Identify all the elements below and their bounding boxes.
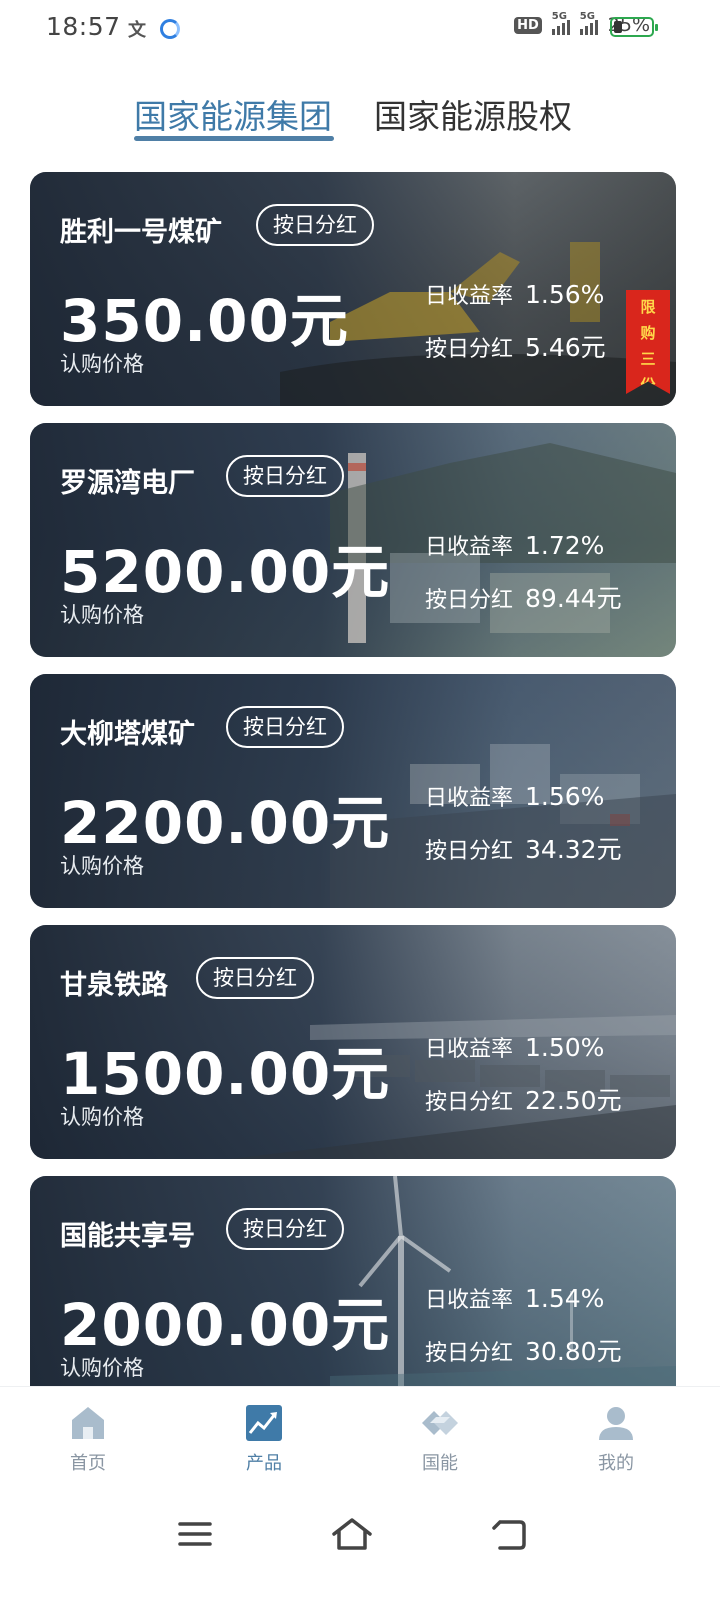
nav-item-products[interactable]: 产品 [204,1397,324,1475]
hd-icon: HD [514,16,542,34]
active-tab-indicator [134,136,334,141]
home-icon [72,1407,104,1439]
app-notification-icon [160,19,180,39]
daily-rate-label: 日收益率 [425,786,514,811]
signal-icon: 5G [579,11,598,35]
guoneng-logo-icon [422,1411,458,1435]
status-time: 18:57 [46,12,121,41]
bottom-navigation: 首页 产品 国能 我的 [0,1386,720,1494]
product-name: 罗源湾电厂 [60,468,195,499]
daily-rate-value: 1.50% [525,1033,605,1062]
price-label: 认购价格 [60,854,144,878]
chart-trend-icon [246,1405,282,1441]
daily-rate-row: 日收益率 1.72% [425,529,604,561]
daily-dividend-row: 按日分红 30.80元 [425,1332,622,1368]
product-price: 2000.00元 [60,1291,391,1359]
daily-dividend-label: 按日分红 [425,1090,514,1115]
status-bar: 18:57 文 HD 5G 5G 25% [0,0,720,56]
daily-dividend-value: 34.32元 [525,835,622,864]
product-card[interactable]: 甘泉铁路 按日分红 1500.00元 认购价格 日收益率 1.50% 按日分红 22… [30,925,676,1159]
back-icon[interactable] [488,1512,532,1556]
tab-guoneng-equity[interactable]: 国家能源股权 [374,90,572,138]
dividend-badge: 按日分红 [256,204,374,246]
product-price: 350.00元 [60,287,349,355]
limit-purchase-ribbon: 限 购 三 份 [626,290,670,394]
product-card[interactable]: 罗源湾电厂 按日分红 5200.00元 认购价格 日收益率 1.72% 按日分红 8… [30,423,676,657]
product-name: 胜利一号煤矿 [60,217,222,248]
product-card[interactable]: 胜利一号煤矿 按日分红 350.00元 认购价格 日收益率 1.56% 按日分红 5… [30,172,676,406]
daily-dividend-value: 89.44元 [525,584,622,613]
product-price: 5200.00元 [60,538,391,606]
product-name: 大柳塔煤矿 [60,719,195,750]
translate-icon: 文 [128,20,146,41]
daily-dividend-row: 按日分红 34.32元 [425,830,622,866]
dividend-badge: 按日分红 [226,1208,344,1250]
nav-label: 国能 [422,1453,458,1474]
product-card[interactable]: 国能共享号 按日分红 2000.00元 认购价格 日收益率 1.54% 按日分红 3… [30,1176,676,1410]
product-name: 国能共享号 [60,1221,195,1252]
daily-rate-label: 日收益率 [425,1037,514,1062]
daily-rate-label: 日收益率 [425,535,514,560]
daily-dividend-label: 按日分红 [425,1341,514,1366]
system-navigation-bar [0,1494,720,1600]
nav-label: 首页 [70,1453,106,1474]
daily-dividend-value: 30.80元 [525,1337,622,1366]
daily-rate-label: 日收益率 [425,1288,514,1313]
user-icon [599,1407,633,1440]
home-outline-icon[interactable] [330,1512,374,1556]
daily-rate-value: 1.56% [525,280,605,309]
daily-rate-row: 日收益率 1.50% [425,1031,604,1063]
tab-guoneng-group[interactable]: 国家能源集团 [134,90,332,138]
signal-icon: 5G [551,11,570,35]
daily-dividend-row: 按日分红 22.50元 [425,1081,622,1117]
dividend-badge: 按日分红 [226,455,344,497]
product-card[interactable]: 大柳塔煤矿 按日分红 2200.00元 认购价格 日收益率 1.56% 按日分红 3… [30,674,676,908]
daily-dividend-value: 5.46元 [525,333,606,362]
battery-icon [610,17,658,37]
daily-rate-value: 1.72% [525,531,605,560]
price-label: 认购价格 [60,1356,144,1380]
price-label: 认购价格 [60,603,144,627]
nav-item-home[interactable]: 首页 [28,1397,148,1475]
daily-dividend-row: 按日分红 89.44元 [425,579,622,615]
daily-dividend-label: 按日分红 [425,588,514,613]
product-name: 甘泉铁路 [60,970,168,1001]
daily-rate-value: 1.54% [525,1284,605,1313]
daily-rate-row: 日收益率 1.56% [425,278,604,310]
daily-dividend-label: 按日分红 [425,839,514,864]
status-left-icons: 文 [128,16,180,42]
nav-label: 我的 [598,1453,634,1474]
price-label: 认购价格 [60,1105,144,1129]
daily-rate-row: 日收益率 1.54% [425,1282,604,1314]
dividend-badge: 按日分红 [196,957,314,999]
daily-dividend-label: 按日分红 [425,337,514,362]
product-price: 2200.00元 [60,789,391,857]
daily-dividend-row: 按日分红 5.46元 [425,328,606,364]
price-label: 认购价格 [60,352,144,376]
menu-icon[interactable] [174,1512,218,1556]
dividend-badge: 按日分红 [226,706,344,748]
product-price: 1500.00元 [60,1040,391,1108]
daily-rate-value: 1.56% [525,782,605,811]
category-tabs: 国家能源集团 国家能源股权 [0,90,720,150]
nav-item-mine[interactable]: 我的 [556,1397,676,1475]
nav-item-guoneng[interactable]: 国能 [380,1397,500,1475]
daily-dividend-value: 22.50元 [525,1086,622,1115]
daily-rate-label: 日收益率 [425,284,514,309]
nav-label: 产品 [246,1453,282,1474]
daily-rate-row: 日收益率 1.56% [425,780,604,812]
